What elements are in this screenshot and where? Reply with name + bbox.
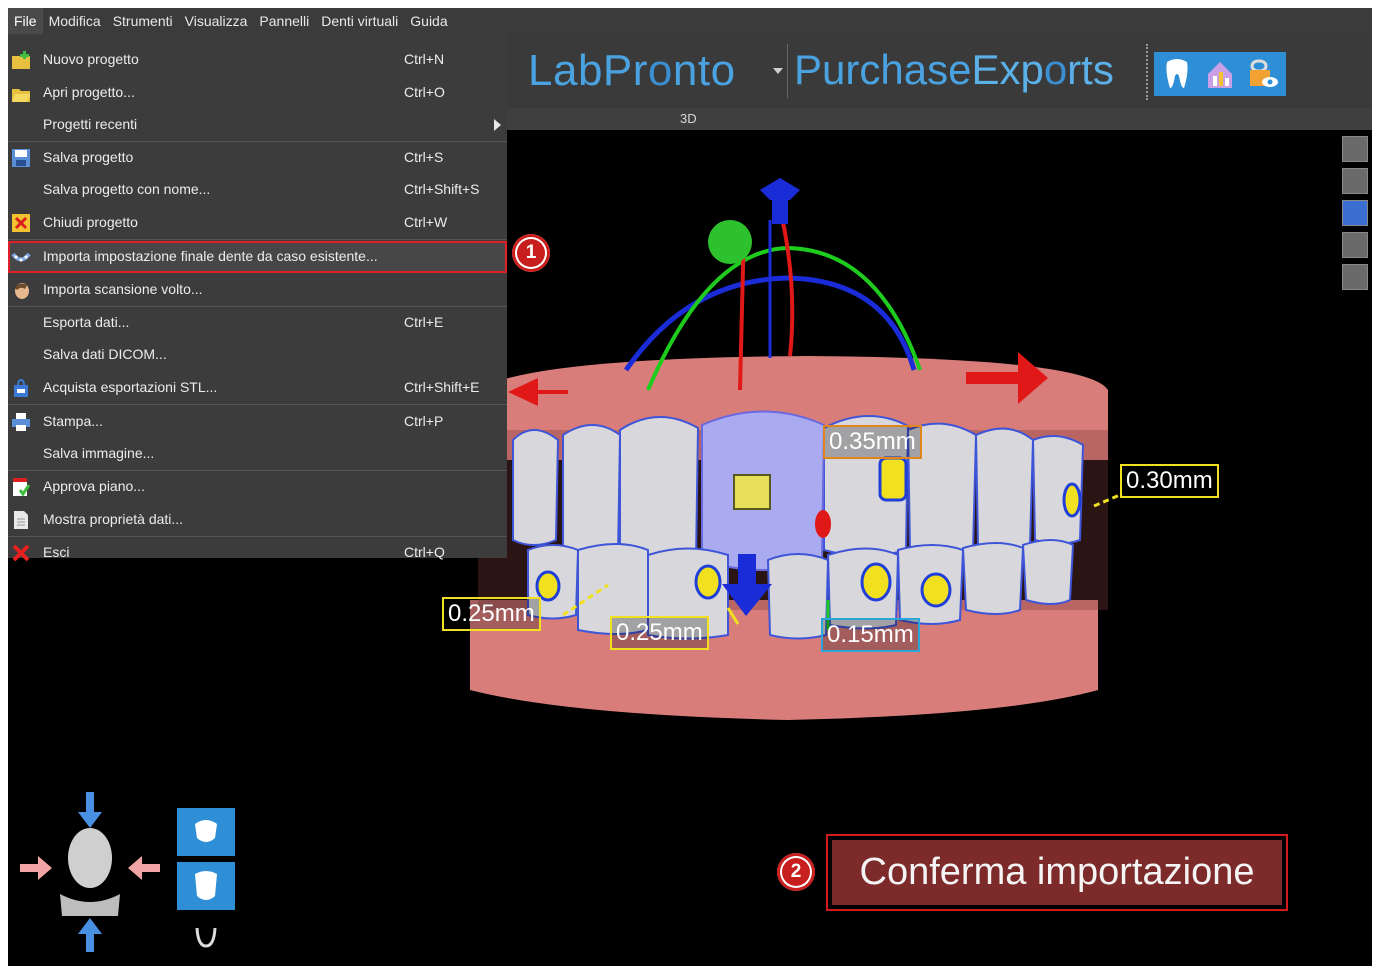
orientation-head-widget xyxy=(20,792,160,952)
logo-o-swirl: o xyxy=(647,46,673,95)
new-project-icon xyxy=(11,50,31,70)
house-chart-icon[interactable] xyxy=(1204,58,1236,90)
close-x-icon xyxy=(11,213,31,233)
menu-item-salva-con-nome[interactable]: Salva progetto con nome... Ctrl+Shift+S xyxy=(8,174,507,206)
menu-item-approva-piano[interactable]: Approva piano... xyxy=(8,471,507,503)
measurement-label-4: 0.25mm xyxy=(610,616,709,650)
header-dotted-divider xyxy=(1146,44,1148,100)
menu-item-chiudi-progetto[interactable]: Chiudi progetto Ctrl+W xyxy=(8,207,507,239)
header-bar: LabPronto PurchaseExports xyxy=(507,34,1372,108)
menu-visualizza[interactable]: Visualizza xyxy=(179,8,254,34)
menu-separator xyxy=(8,239,507,240)
document-icon xyxy=(11,510,31,530)
tool-annotate-icon[interactable] xyxy=(1342,200,1368,226)
menu-item-esci[interactable]: Esci Ctrl+Q xyxy=(8,537,507,569)
step-callout-1: 1 xyxy=(512,234,550,272)
menu-bar: File Modifica Strumenti Visualizza Panne… xyxy=(8,8,1372,34)
tool-measure-icon[interactable] xyxy=(1342,136,1368,162)
measurement-label-5: 0.15mm xyxy=(821,618,920,652)
purchase-exports-logo: PurchaseExports xyxy=(794,46,1114,94)
menu-item-salva-immagine[interactable]: Salva immagine... xyxy=(8,438,507,470)
exp-o-swirl: o xyxy=(1043,46,1068,93)
tool-target-icon[interactable] xyxy=(1342,168,1368,194)
exp-text: Exp xyxy=(971,46,1044,93)
menu-item-mostra-proprieta-dati[interactable]: Mostra proprietà dati... xyxy=(8,504,507,536)
file-menu-dropdown: Nuovo progetto Ctrl+N Apri progetto... C… xyxy=(8,34,507,562)
menu-item-apri-progetto[interactable]: Apri progetto... Ctrl+O xyxy=(8,77,507,109)
menu-item-salva-dati-dicom[interactable]: Salva dati DICOM... xyxy=(8,339,507,371)
measurement-label-3: 0.25mm xyxy=(442,597,541,631)
open-folder-icon xyxy=(11,83,31,103)
step-callout-2: 2 xyxy=(777,853,815,891)
measurement-label-1: 0.35mm xyxy=(823,425,922,459)
shopping-bag-icon xyxy=(11,378,31,398)
menu-denti-virtuali[interactable]: Denti virtuali xyxy=(315,8,404,34)
logo-nto-text: nto xyxy=(672,46,736,95)
tool-grid-icon[interactable] xyxy=(1342,232,1368,258)
labpronto-logo: LabPronto xyxy=(528,46,736,96)
tool-screenshot-icon[interactable] xyxy=(1342,264,1368,290)
menu-item-importa-impostazione-finale[interactable]: Importa impostazione finale dente da cas… xyxy=(8,241,507,273)
menu-item-salva-progetto[interactable]: Salva progetto Ctrl+S xyxy=(8,142,507,174)
viewport-tab-bar: 3D xyxy=(507,108,1372,130)
menu-item-stampa[interactable]: Stampa... Ctrl+P xyxy=(8,406,507,438)
menu-strumenti[interactable]: Strumenti xyxy=(107,8,179,34)
viewport-3d-label[interactable]: 3D xyxy=(680,111,697,126)
submenu-arrow-icon xyxy=(494,119,501,131)
lock-eye-icon[interactable] xyxy=(1246,58,1278,90)
header-toolbar xyxy=(1154,52,1286,96)
logo-divider xyxy=(787,44,788,98)
menu-separator xyxy=(8,404,507,405)
face-icon xyxy=(11,280,31,300)
logo-dropdown-arrow-icon[interactable] xyxy=(773,68,783,74)
save-icon xyxy=(11,148,31,168)
menu-item-importa-scansione-volto[interactable]: Importa scansione volto... xyxy=(8,274,507,306)
lower-jaw-view-button[interactable] xyxy=(177,862,235,910)
logo-lab-text: LabPr xyxy=(528,46,648,95)
rts-text: rts xyxy=(1067,46,1114,93)
menu-item-acquista-esportazioni-stl[interactable]: Acquista esportazioni STL... Ctrl+Shift+… xyxy=(8,372,507,404)
menu-file[interactable]: File xyxy=(8,8,43,34)
menu-guida[interactable]: Guida xyxy=(404,8,453,34)
tooth-icon[interactable] xyxy=(1164,58,1190,90)
application-window: File Modifica Strumenti Visualizza Panne… xyxy=(8,8,1372,966)
exit-x-icon xyxy=(11,543,31,563)
printer-icon xyxy=(11,412,31,432)
menu-item-esporta-dati[interactable]: Esporta dati... Ctrl+E xyxy=(8,307,507,339)
jaw-arch-icon[interactable] xyxy=(194,922,218,950)
menu-item-nuovo-progetto[interactable]: Nuovo progetto Ctrl+N xyxy=(8,44,507,76)
upper-jaw-view-button[interactable] xyxy=(177,808,235,856)
confirm-import-button-frame: Conferma importazione xyxy=(826,834,1288,911)
menu-modifica[interactable]: Modifica xyxy=(43,8,107,34)
arch-icon xyxy=(11,247,31,267)
approve-document-icon xyxy=(11,477,31,497)
menu-pannelli[interactable]: Pannelli xyxy=(253,8,315,34)
menu-item-progetti-recenti[interactable]: Progetti recenti xyxy=(8,109,507,141)
purchase-text: Purchase xyxy=(794,46,972,93)
measurement-label-2: 0.30mm xyxy=(1120,464,1219,498)
confirm-import-button[interactable]: Conferma importazione xyxy=(832,840,1282,905)
